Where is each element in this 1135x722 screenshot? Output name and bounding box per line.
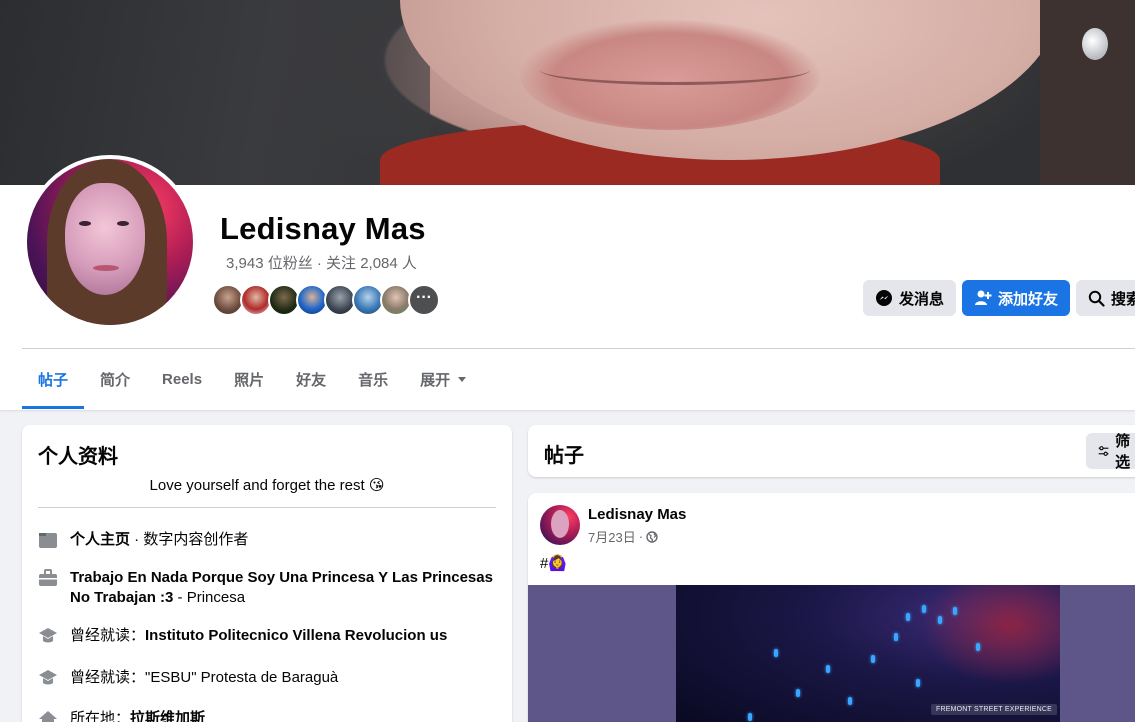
filter-button[interactable]: 筛选 [1086, 433, 1135, 471]
work-icon [39, 569, 57, 586]
post-avatar[interactable] [540, 505, 580, 545]
post-date[interactable]: 7月23日 [588, 527, 636, 546]
page-icon [39, 533, 57, 548]
tab-photos[interactable]: 照片 [218, 349, 280, 409]
intro-card: 个人资料 Love yourself and forget the rest 😘… [22, 425, 512, 722]
intro-row-page: 个人主页 · 数字内容创作者 [38, 530, 498, 550]
message-button[interactable]: 发消息 [863, 280, 957, 316]
intro-row-work: Trabajo En Nada Porque Soy Una Princesa … [38, 568, 498, 608]
add-friend-icon [975, 290, 992, 305]
tab-about[interactable]: 简介 [84, 349, 146, 409]
post-meta: 7月23日 · [588, 527, 658, 546]
intro-bio: Love yourself and forget the rest 😘 [149, 477, 385, 494]
search-button[interactable]: 搜索 [1076, 280, 1135, 316]
education-icon [39, 670, 57, 685]
post-video[interactable]: FREMONT STREET EXPERIENCE [528, 585, 1135, 722]
home-icon [39, 711, 57, 722]
intro-row-location: 所在地：拉斯维加斯 [38, 709, 498, 722]
video-watermark: FREMONT STREET EXPERIENCE [931, 704, 1057, 715]
filter-icon [1098, 446, 1109, 456]
tab-reels[interactable]: Reels [146, 349, 218, 409]
education-icon [39, 628, 57, 643]
post-card: Ledisnay Mas 7月23日 · #🙆‍♀️ FREMONT STREE [528, 493, 1135, 722]
intro-row-education: 曾经就读：Instituto Politecnico Villena Revol… [38, 626, 498, 646]
tab-posts[interactable]: 帖子 [22, 349, 85, 409]
tab-music[interactable]: 音乐 [342, 349, 404, 409]
divider [38, 507, 496, 508]
caret-down-icon [458, 376, 467, 382]
more-friends-icon[interactable]: ··· [408, 284, 440, 316]
profile-tabs: 帖子 简介 Reels 照片 好友 音乐 展开 [22, 349, 482, 409]
profile-stats[interactable]: 3,943 位粉丝 · 关注 2,084 人 [226, 252, 417, 273]
posts-header: 帖子 筛选 [528, 425, 1135, 477]
add-friend-button-label: 添加好友 [998, 290, 1059, 308]
intro-title: 个人资料 [38, 446, 118, 468]
filter-label: 筛选 [1115, 433, 1131, 471]
cover-photo[interactable] [0, 0, 1135, 185]
search-button-label: 搜索 [1111, 290, 1135, 308]
tab-more[interactable]: 展开 [404, 349, 482, 409]
add-friend-button[interactable]: 添加好友 [962, 280, 1071, 316]
search-icon [1088, 290, 1105, 307]
message-button-label: 发消息 [899, 290, 945, 308]
tab-friends[interactable]: 好友 [280, 349, 342, 409]
globe-icon[interactable] [646, 530, 658, 543]
video-frame[interactable]: FREMONT STREET EXPERIENCE [676, 585, 1060, 722]
post-text: #🙆‍♀️ [540, 555, 568, 572]
intro-row-education: 曾经就读："ESBU" Protesta de Baraguà [38, 668, 498, 688]
posts-title: 帖子 [544, 445, 584, 467]
profile-name: Ledisnay Mas [220, 211, 426, 246]
post-author[interactable]: Ledisnay Mas [588, 506, 686, 523]
messenger-icon [876, 290, 892, 306]
profile-avatar[interactable] [23, 155, 197, 329]
